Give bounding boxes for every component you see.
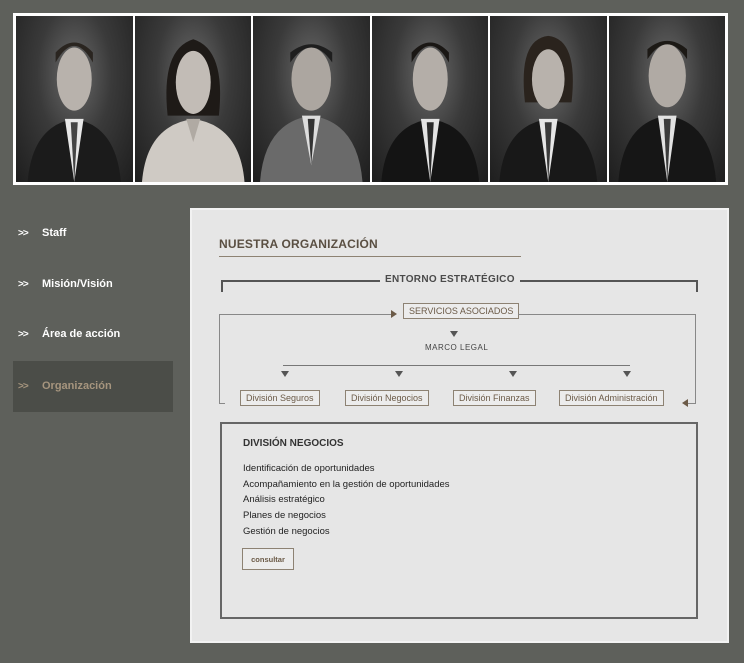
list-item: Acompañamiento en la gestión de oportuni… [243,478,450,490]
entorno-estrategico-label: ENTORNO ESTRATÉGICO [380,274,520,285]
detail-title: DIVISIÓN NEGOCIOS [243,438,344,449]
detail-list: Identificación de oportunidades Acompaña… [243,461,450,540]
loop-left-top [219,314,391,315]
list-item: Análisis estratégico [243,494,325,506]
loop-left-vertical [219,314,220,404]
portrait-6 [608,16,725,182]
content-panel: NUESTRA ORGANIZACIÓN ENTORNO ESTRATÉGICO… [190,208,729,643]
nav-arrow: >> [18,279,29,290]
entorno-right-line [696,280,698,292]
loop-right-vertical [695,314,696,404]
arrow-to-servicios [391,310,397,318]
list-item: Identificación de oportunidades [243,463,375,474]
arrow-to-negocios [395,371,403,377]
nav-item-label: Staff [42,227,67,239]
division-seguros-box[interactable]: División Seguros [240,390,320,406]
division-negocios-box[interactable]: División Negocios [345,390,429,406]
nav-arrow: >> [18,381,29,392]
marco-legal-label: MARCO LEGAL [425,343,489,352]
division-detail-box: DIVISIÓN NEGOCIOS Identificación de opor… [220,422,698,619]
loop-right-top [518,314,695,315]
nav-item-staff[interactable]: >> Staff [13,208,66,259]
nav-item-mision-vision[interactable]: >> Misión/Visión [13,259,113,310]
servicios-asociados-box[interactable]: SERVICIOS ASOCIADOS [403,303,520,319]
portrait-2 [134,16,251,182]
arrow-to-marco [450,331,458,337]
nav-arrow: >> [18,228,29,239]
nav-item-label: Organización [42,380,112,392]
arrow-to-finanzas [509,371,517,377]
consultar-button[interactable]: consultar [242,548,294,570]
portrait-3 [253,16,370,182]
nav-item-label: Área de acción [42,328,121,340]
arrow-to-seguros [281,371,289,377]
division-administracion-box[interactable]: División Administración [559,390,664,406]
arrow-to-administracion [623,371,631,377]
nav-item-label: Misión/Visión [42,278,113,290]
entorno-left-line [221,280,223,292]
division-finanzas-box[interactable]: División Finanzas [453,390,536,406]
division-bus-line [283,365,630,366]
page-title: NUESTRA ORGANIZACIÓN [219,237,378,251]
team-photo-strip [13,13,728,185]
loop-right-bottom [688,403,696,404]
nav-item-organizacion[interactable]: >> Organización [13,361,173,412]
list-item: Gestión de negocios [243,525,330,537]
portrait-5 [490,16,607,182]
list-item: Planes de negocios [243,510,326,522]
arrow-from-loop [682,399,688,407]
nav-arrow: >> [18,329,29,340]
portrait-4 [371,16,488,182]
nav-item-area-accion[interactable]: >> Área de acción [13,309,120,360]
title-divider [219,256,521,257]
loop-left-bottom [219,403,225,404]
portrait-1 [16,16,133,182]
